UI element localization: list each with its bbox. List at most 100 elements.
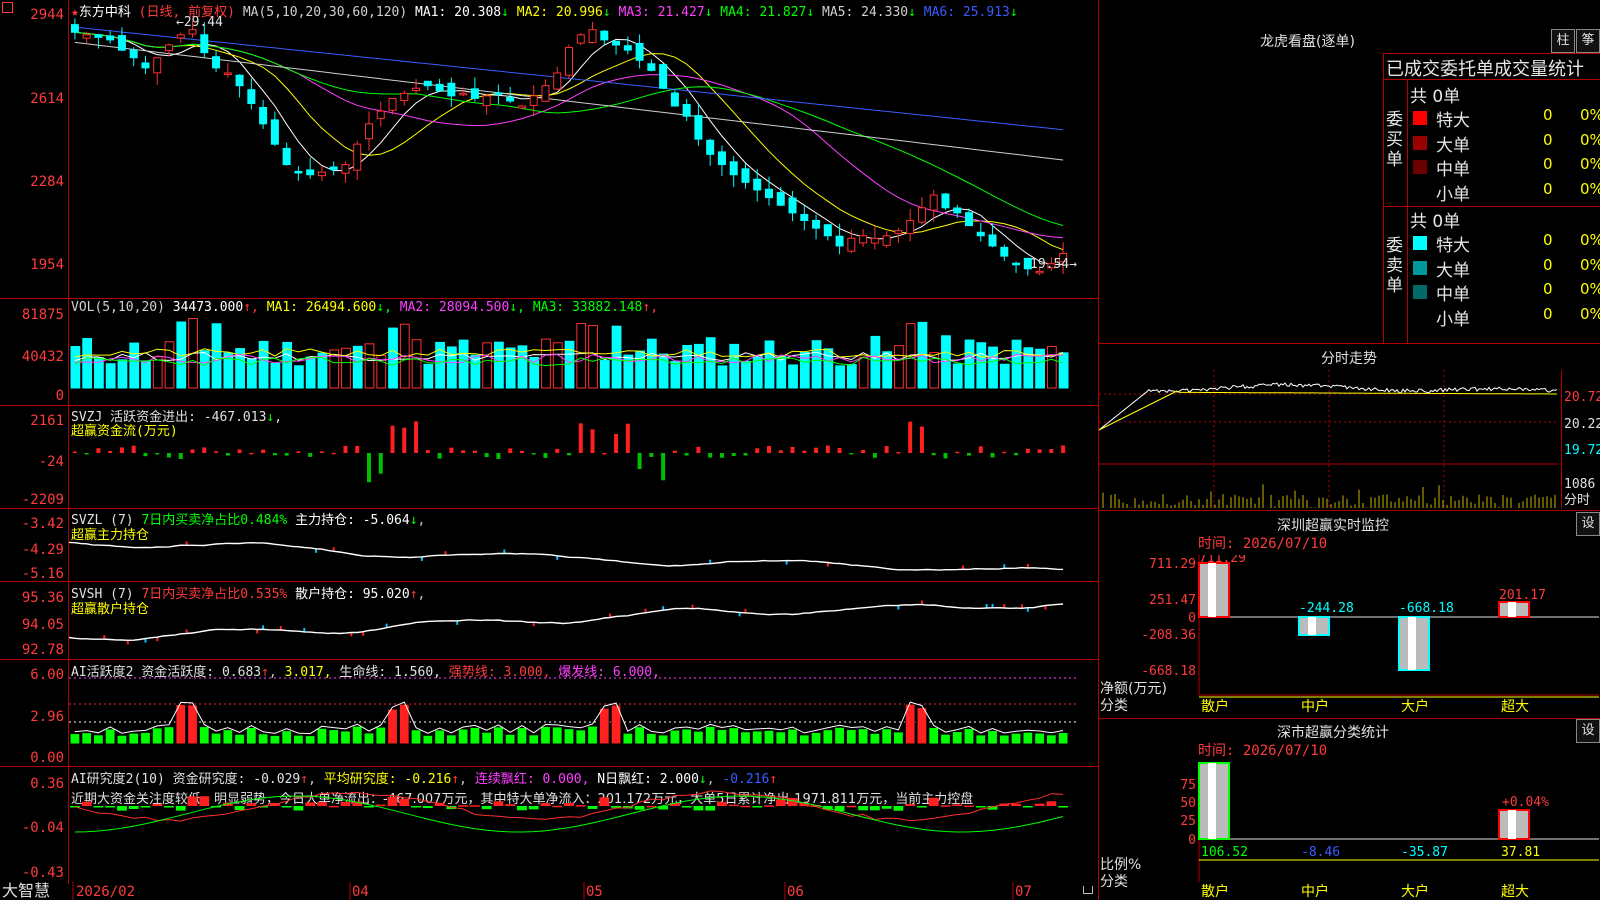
stat-category: 散户 (1201, 883, 1229, 900)
stat-category: 大户 (1401, 883, 1429, 900)
intraday-ytick: 20.72 (1564, 390, 1600, 405)
fund-flow-bar (355, 445, 360, 453)
buy-orders-label: 委买单 (1386, 110, 1403, 170)
candle-body (906, 219, 915, 235)
volume-bar (882, 351, 893, 389)
volume-bar (717, 365, 728, 389)
activity-bar (1022, 731, 1034, 745)
stat-ytick: 25 (1180, 814, 1196, 829)
lock-icon[interactable] (1083, 886, 1093, 894)
fund-flow-bar (802, 450, 807, 453)
research-bar (281, 806, 292, 808)
kite-view-button[interactable]: 筝 (1576, 29, 1600, 53)
volume-bar (1058, 352, 1069, 389)
fund-flow-bar (884, 446, 889, 453)
research-bar (552, 805, 563, 808)
fund-flow-bar (649, 453, 654, 457)
research-bar (764, 805, 774, 807)
monitor-unit: 净额(万元) (1100, 681, 1167, 697)
activity-bar (834, 726, 845, 745)
research-bar (540, 803, 551, 806)
fund-flow-bar (1014, 453, 1019, 456)
ai-activity-chart[interactable] (69, 672, 1097, 764)
intraday-price-line (1099, 382, 1558, 431)
order-size-label: 小单 (1436, 184, 1470, 205)
candle-body (965, 212, 973, 227)
research-bar (1046, 801, 1057, 806)
monitor-bar-highlight (1508, 602, 1516, 617)
activity-bar (410, 729, 422, 745)
volume-bar (741, 360, 751, 389)
fund-flow-bar (743, 453, 748, 456)
bar-view-button[interactable]: 柱 (1551, 29, 1575, 53)
activity-bar (551, 726, 563, 745)
svzl-chart[interactable] (69, 520, 1097, 580)
intraday-vol-unit: 分时 (1564, 493, 1591, 508)
fund-flow-bar (284, 453, 289, 456)
volume-chart[interactable] (69, 316, 1097, 396)
activity-bar (422, 734, 434, 745)
activity-bar (293, 734, 304, 745)
fund-flow-bar (249, 452, 254, 455)
research-bar (81, 801, 92, 806)
research-bar (411, 806, 421, 808)
intraday-chart[interactable] (1099, 370, 1559, 508)
fund-flow-bar (625, 423, 630, 453)
activity-bar (716, 729, 728, 745)
candle-body (870, 237, 879, 244)
activity-bar (81, 732, 93, 745)
research-bar (164, 806, 174, 808)
stat-value-label: -8.46 (1301, 845, 1340, 860)
activity-bar (869, 732, 881, 745)
activity-bar (645, 732, 657, 745)
activity-bar (881, 728, 893, 745)
activity-bar (104, 728, 116, 745)
ai-research-chart[interactable] (69, 782, 1097, 882)
svzj-chart[interactable] (69, 420, 1097, 506)
stat-chart[interactable]: 75 50 25 0 +0.04% 106.52 散户 -8.46 中户 -35.87 大户 37.8… (1099, 762, 1600, 900)
candle-body (576, 34, 585, 44)
activity-bar (987, 729, 998, 745)
fund-flow-bar (496, 453, 501, 460)
activity-bar (528, 734, 540, 745)
candle-body (353, 143, 362, 171)
monitor-bar-highlight (1308, 617, 1316, 635)
order-size-label: 特大 (1436, 236, 1470, 256)
svzj-ytick: -2209 (21, 492, 64, 508)
fund-flow-bar (684, 453, 689, 456)
monitor-chart[interactable]: 711.29 251.47 0 -208.36 -668.18 711.29 散户 -244.… (1099, 555, 1600, 715)
high-price-label: ←29.44 (176, 15, 223, 30)
research-bar (234, 806, 245, 811)
activity-bar (763, 729, 775, 745)
research-bar (93, 806, 104, 808)
volume-bar (846, 364, 857, 389)
candle-body (423, 80, 432, 87)
activity-bar (387, 708, 398, 745)
monitor-ytick: -208.36 (1141, 628, 1196, 643)
svzl-ytick: -5.16 (21, 566, 64, 582)
volume-bar (152, 356, 163, 389)
research-bar (375, 804, 386, 807)
candle-body (765, 188, 773, 199)
svsh-chart[interactable] (69, 592, 1097, 658)
monitor-settings-button[interactable]: 设 (1576, 512, 1600, 536)
fund-flow-bar (990, 453, 995, 458)
stat-settings-button[interactable]: 设 (1576, 719, 1600, 743)
monitor-category: 散户 (1201, 698, 1229, 715)
candle-body (435, 83, 444, 92)
research-bar (564, 802, 574, 806)
monitor-category: 大户 (1401, 698, 1429, 715)
order-percent: 0% (1580, 304, 1600, 323)
candle-body (482, 95, 491, 107)
research-bar (175, 806, 186, 811)
activity-bar (504, 733, 516, 745)
kline-chart[interactable] (69, 15, 1097, 298)
order-color-swatch (1413, 135, 1427, 150)
research-bar (634, 806, 645, 810)
fund-flow-bar (1025, 448, 1030, 453)
candle-body (306, 169, 315, 176)
activity-bar (257, 733, 269, 745)
monitor-bar-highlight (1408, 617, 1416, 670)
ai-research-ytick: -0.43 (21, 865, 64, 881)
fund-flow-bar (567, 453, 571, 456)
